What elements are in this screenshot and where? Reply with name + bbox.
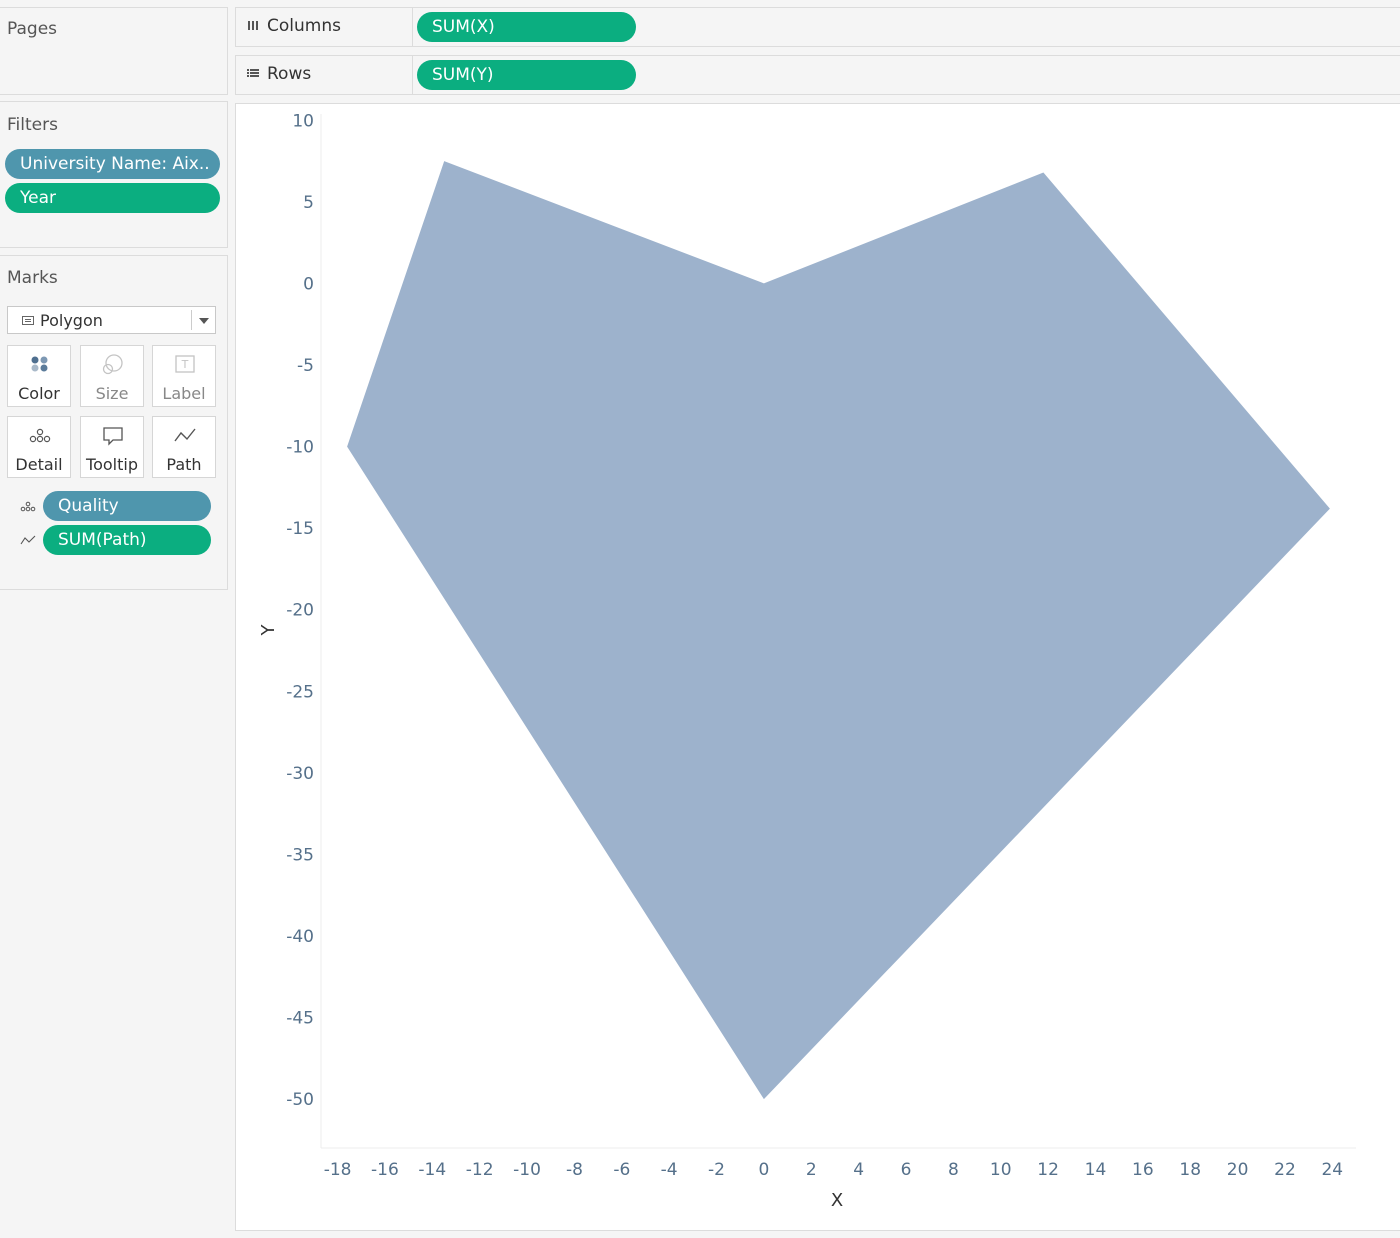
y-tick-label: -30 bbox=[286, 764, 314, 784]
rows-shelf[interactable]: Rows SUM(Y) bbox=[235, 55, 1400, 95]
x-tick-label: 12 bbox=[1037, 1160, 1059, 1180]
columns-pill-sum-x[interactable]: SUM(X) bbox=[417, 12, 636, 42]
size-button[interactable]: Size bbox=[80, 345, 144, 407]
pages-title: Pages bbox=[7, 19, 58, 39]
x-axis-ticks: -18 -16 -14 -12 -10 -8 -6 -4 -2 0 2 4 6 8 10 12 14 16 18 20… bbox=[324, 1160, 1343, 1180]
path-small-icon bbox=[20, 535, 36, 545]
x-tick-label: 20 bbox=[1227, 1160, 1249, 1180]
rows-label: Rows bbox=[267, 64, 312, 84]
y-tick-label: -25 bbox=[286, 682, 314, 702]
svg-text:T: T bbox=[181, 358, 189, 371]
y-tick-label: -50 bbox=[286, 1090, 314, 1110]
y-tick-label: -35 bbox=[286, 845, 314, 865]
x-axis-title: X bbox=[831, 1190, 843, 1211]
detail-icon bbox=[29, 428, 51, 443]
y-tick-label: -15 bbox=[286, 519, 314, 539]
mark-type-value: Polygon bbox=[40, 311, 103, 330]
x-tick-label: -10 bbox=[513, 1160, 541, 1180]
polygon-mark-icon bbox=[22, 316, 34, 325]
detail-button[interactable]: Detail bbox=[7, 416, 71, 478]
size-label: Size bbox=[95, 384, 129, 403]
y-tick-label: 0 bbox=[303, 274, 314, 294]
x-tick-label: 8 bbox=[948, 1160, 959, 1180]
x-tick-label: -4 bbox=[661, 1160, 678, 1180]
path-button[interactable]: Path bbox=[152, 416, 216, 478]
x-tick-label: 6 bbox=[901, 1160, 912, 1180]
path-icon bbox=[174, 428, 196, 442]
label-label: Label bbox=[162, 384, 206, 403]
color-button[interactable]: Color bbox=[7, 345, 71, 407]
x-tick-label: 22 bbox=[1274, 1160, 1296, 1180]
chevron-down-icon[interactable] bbox=[199, 318, 209, 324]
polygon-mark[interactable] bbox=[347, 161, 1330, 1100]
rows-shelf-label: Rows bbox=[236, 56, 413, 94]
x-tick-label: 4 bbox=[853, 1160, 864, 1180]
x-tick-label: 16 bbox=[1132, 1160, 1154, 1180]
label-icon: T bbox=[175, 355, 195, 373]
label-button[interactable]: T Label bbox=[152, 345, 216, 407]
columns-shelf[interactable]: Columns SUM(X) bbox=[235, 7, 1400, 47]
path-label: Path bbox=[166, 455, 202, 474]
tooltip-label: Tooltip bbox=[86, 455, 138, 474]
x-tick-label: 24 bbox=[1321, 1160, 1343, 1180]
filter-pill-university[interactable]: University Name: Aix.. bbox=[5, 149, 220, 179]
y-tick-label: 5 bbox=[303, 193, 314, 213]
pages-card: Pages bbox=[0, 7, 228, 95]
detail-label: Detail bbox=[15, 455, 63, 474]
marks-title: Marks bbox=[7, 268, 58, 288]
mark-type-dropdown[interactable]: Polygon bbox=[7, 306, 216, 334]
y-axis-ticks: 10 5 0 -5 -10 -15 -20 -25 -30 -35 -40 -45 -50 bbox=[286, 111, 314, 1110]
y-tick-label: -5 bbox=[297, 356, 314, 376]
y-axis-title: Y bbox=[258, 624, 279, 637]
size-icon bbox=[102, 354, 123, 375]
rows-pill-sum-y[interactable]: SUM(Y) bbox=[417, 60, 636, 90]
x-tick-label: -12 bbox=[466, 1160, 494, 1180]
tooltip-button[interactable]: Tooltip bbox=[80, 416, 144, 478]
x-tick-label: 14 bbox=[1085, 1160, 1107, 1180]
detail-small-icon bbox=[20, 501, 36, 512]
dropdown-divider bbox=[191, 310, 192, 330]
x-tick-label: -14 bbox=[418, 1160, 446, 1180]
x-tick-label: -18 bbox=[324, 1160, 352, 1180]
x-tick-label: 2 bbox=[806, 1160, 817, 1180]
color-label: Color bbox=[18, 384, 60, 403]
x-tick-label: 0 bbox=[758, 1160, 769, 1180]
color-icon bbox=[31, 356, 48, 372]
filters-title: Filters bbox=[7, 115, 58, 135]
x-tick-label: 18 bbox=[1179, 1160, 1201, 1180]
marks-field-quality[interactable]: Quality bbox=[43, 491, 211, 521]
filters-card: Filters University Name: Aix.. Year bbox=[0, 101, 228, 248]
x-tick-label: -6 bbox=[613, 1160, 630, 1180]
y-tick-label: -40 bbox=[286, 927, 314, 947]
x-tick-label: 10 bbox=[990, 1160, 1012, 1180]
columns-icon bbox=[248, 21, 258, 30]
rows-icon bbox=[247, 69, 259, 77]
viz-pane: 10 5 0 -5 -10 -15 -20 -25 -30 -35 -40 -45 -50 -18 -16… bbox=[235, 103, 1400, 1231]
x-tick-label: -16 bbox=[371, 1160, 399, 1180]
y-tick-label: -45 bbox=[286, 1009, 314, 1029]
filter-pill-year[interactable]: Year bbox=[5, 183, 220, 213]
columns-label: Columns bbox=[267, 16, 341, 36]
columns-shelf-label: Columns bbox=[236, 8, 413, 46]
x-tick-label: -2 bbox=[708, 1160, 725, 1180]
x-tick-label: -8 bbox=[566, 1160, 583, 1180]
y-tick-label: -10 bbox=[286, 438, 314, 458]
tooltip-icon bbox=[103, 427, 123, 446]
y-tick-label: -20 bbox=[286, 601, 314, 621]
marks-field-sum-path[interactable]: SUM(Path) bbox=[43, 525, 211, 555]
polygon-chart[interactable]: 1050-5-10-15-20-25-30-35-40-45-50 -18 -16… bbox=[236, 104, 1400, 1230]
y-tick-label: 10 bbox=[292, 111, 314, 131]
